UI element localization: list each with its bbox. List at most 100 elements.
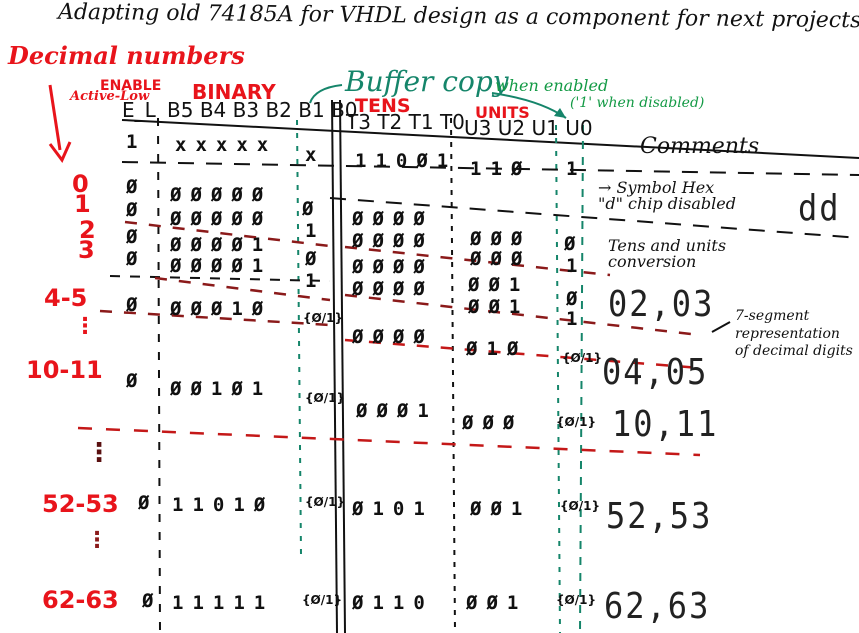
row-disabled-binary: xxxxx <box>175 134 278 156</box>
row10-enable: Ø <box>126 370 147 392</box>
row62-tens: Ø110 <box>352 592 434 614</box>
ellipsis-2: ⋮ <box>86 438 112 468</box>
decimal-52-53: 52-53 <box>42 490 119 518</box>
row2-tens: ØØØØ <box>352 256 434 278</box>
row0-u0: Ø <box>564 233 585 255</box>
row10-b0: {Ø/1} <box>305 391 346 405</box>
header-t3: T3 <box>346 110 371 134</box>
u0-green-divider-2 <box>579 124 584 633</box>
row62-binary: 11111 <box>172 592 275 614</box>
row4-b0: {Ø/1} <box>303 311 344 325</box>
row62-u0: {Ø/1} <box>556 593 597 607</box>
row3-enable: Ø <box>126 248 147 270</box>
row3-u0: 1 <box>566 308 587 330</box>
row3-binary: ØØØØ1 <box>170 255 273 277</box>
decimal-numbers-text: Decimal numbers <box>8 41 245 70</box>
row52-units: ØØ1 <box>470 498 532 520</box>
row62-enable: Ø <box>142 590 163 612</box>
decimal-62-63: 62-63 <box>42 586 119 614</box>
ellipsis-1: ⋮ <box>74 314 96 339</box>
row0-enable: Ø <box>126 176 147 198</box>
red-row-separator <box>154 276 331 302</box>
binary-column-headers: B5 B4 B3 B2 B1 B0 <box>167 100 358 120</box>
header-u1: U1 <box>531 116 559 140</box>
header-b5: B5 <box>167 98 194 122</box>
row-disabled-comment: → Symbol Hex "d" chip disabled <box>598 178 736 213</box>
when-enabled-label: when enabled <box>495 76 609 95</box>
header-t0: T0 <box>439 110 465 134</box>
binary-tens-separator-1 <box>331 99 338 633</box>
header-t2: T2 <box>377 110 403 134</box>
decimal-numbers-label: Decimal numbers <box>8 44 245 68</box>
row1-u0: 1 <box>566 255 587 277</box>
row4-tens: ØØØØ <box>352 326 434 348</box>
row52-b0: {Ø/1} <box>305 495 346 509</box>
decimal-1: 1 <box>74 190 91 218</box>
row3-units: ØØ1 <box>468 296 530 318</box>
b0-green-divider <box>296 119 302 556</box>
row2-b0: Ø <box>305 248 326 270</box>
segment-04-05: 04,05 <box>602 351 709 393</box>
header-b3: B3 <box>232 98 260 122</box>
row2-u0: Ø <box>566 288 587 310</box>
header-u0: U0 <box>565 116 593 140</box>
u0-green-divider-1 <box>555 124 561 633</box>
row4-units: Ø1Ø <box>466 338 528 360</box>
tens-units-divider <box>450 117 456 633</box>
enable-divider <box>157 117 161 633</box>
segment-10-11: 10,11 <box>612 403 719 445</box>
enable-column-header: E_L <box>122 98 156 122</box>
handwritten-diagram: Adapting old 74185A for VHDL design as a… <box>0 0 859 633</box>
header-u2: U2 <box>497 116 526 140</box>
segment-02-03: 02,03 <box>608 283 715 325</box>
header-b2: B2 <box>265 98 292 122</box>
row3-b0: 1 <box>305 270 326 292</box>
row2-binary: ØØØØ1 <box>170 234 273 256</box>
row3-tens: ØØØØ <box>352 278 434 300</box>
decimal-3: 3 <box>78 236 95 264</box>
segment-62-63: 62,63 <box>604 585 711 627</box>
decimal-4-5: 4-5 <box>44 284 88 312</box>
row0-tens: ØØØØ <box>352 208 434 230</box>
row52-binary: 1101Ø <box>172 494 275 516</box>
decimal-arrow-shaft <box>48 84 62 151</box>
ellipsis-3: ⋮ <box>86 528 108 553</box>
tens-column-headers: T3 T2 T1 T0 <box>346 112 465 132</box>
row52-enable: Ø <box>138 492 159 514</box>
buffer-copy-label: Buffer copy <box>345 65 509 98</box>
row-disabled-tens: 110Ø1 <box>355 150 458 172</box>
row4-u0: {Ø/1} <box>562 351 603 365</box>
row0-binary: ØØØØØ <box>170 184 273 206</box>
row10-u0: {Ø/1} <box>556 415 597 429</box>
row2-units: ØØ1 <box>468 274 530 296</box>
row62-b0: {Ø/1} <box>302 593 343 607</box>
row1-tens: ØØØØ <box>352 230 434 252</box>
row10-tens: ØØØ1 <box>356 400 438 422</box>
row0-b0: Ø <box>302 198 323 220</box>
red-row-separator <box>77 426 701 457</box>
units-column-headers: U3 U2 U1 U0 <box>464 118 593 138</box>
row1-enable: Ø <box>126 199 147 221</box>
header-b4: B4 <box>199 98 227 122</box>
segment-comment-arrow <box>711 321 731 333</box>
row1-binary: ØØØØØ <box>170 208 273 230</box>
row2-enable: Ø <box>126 226 147 248</box>
segment-comment: 7-segment representation of decimal digi… <box>735 308 853 359</box>
comments-header: Comments <box>640 134 760 159</box>
row52-u0: {Ø/1} <box>560 499 601 513</box>
row4-binary: ØØØ1Ø <box>170 298 273 320</box>
row1-b0: 1 <box>305 220 326 242</box>
conversion-comment: Tens and units conversion <box>608 236 727 271</box>
row52-tens: Ø101 <box>352 498 434 520</box>
row-disabled-enable: 1 <box>126 131 147 153</box>
binary-tens-separator-2 <box>339 99 346 633</box>
row-disabled-u0: 1 <box>566 158 587 180</box>
row10-units: ØØØ <box>462 412 524 434</box>
decimal-10-11: 10-11 <box>26 356 103 384</box>
when-disabled-label: ('1' when disabled) <box>570 95 705 111</box>
row-disabled-b0: x <box>305 144 326 166</box>
row-disabled-units: 11Ø <box>470 158 532 180</box>
row-disabled-segment: dd <box>798 187 841 229</box>
row4-enable: Ø <box>126 294 147 316</box>
segment-52-53: 52,53 <box>606 495 713 537</box>
